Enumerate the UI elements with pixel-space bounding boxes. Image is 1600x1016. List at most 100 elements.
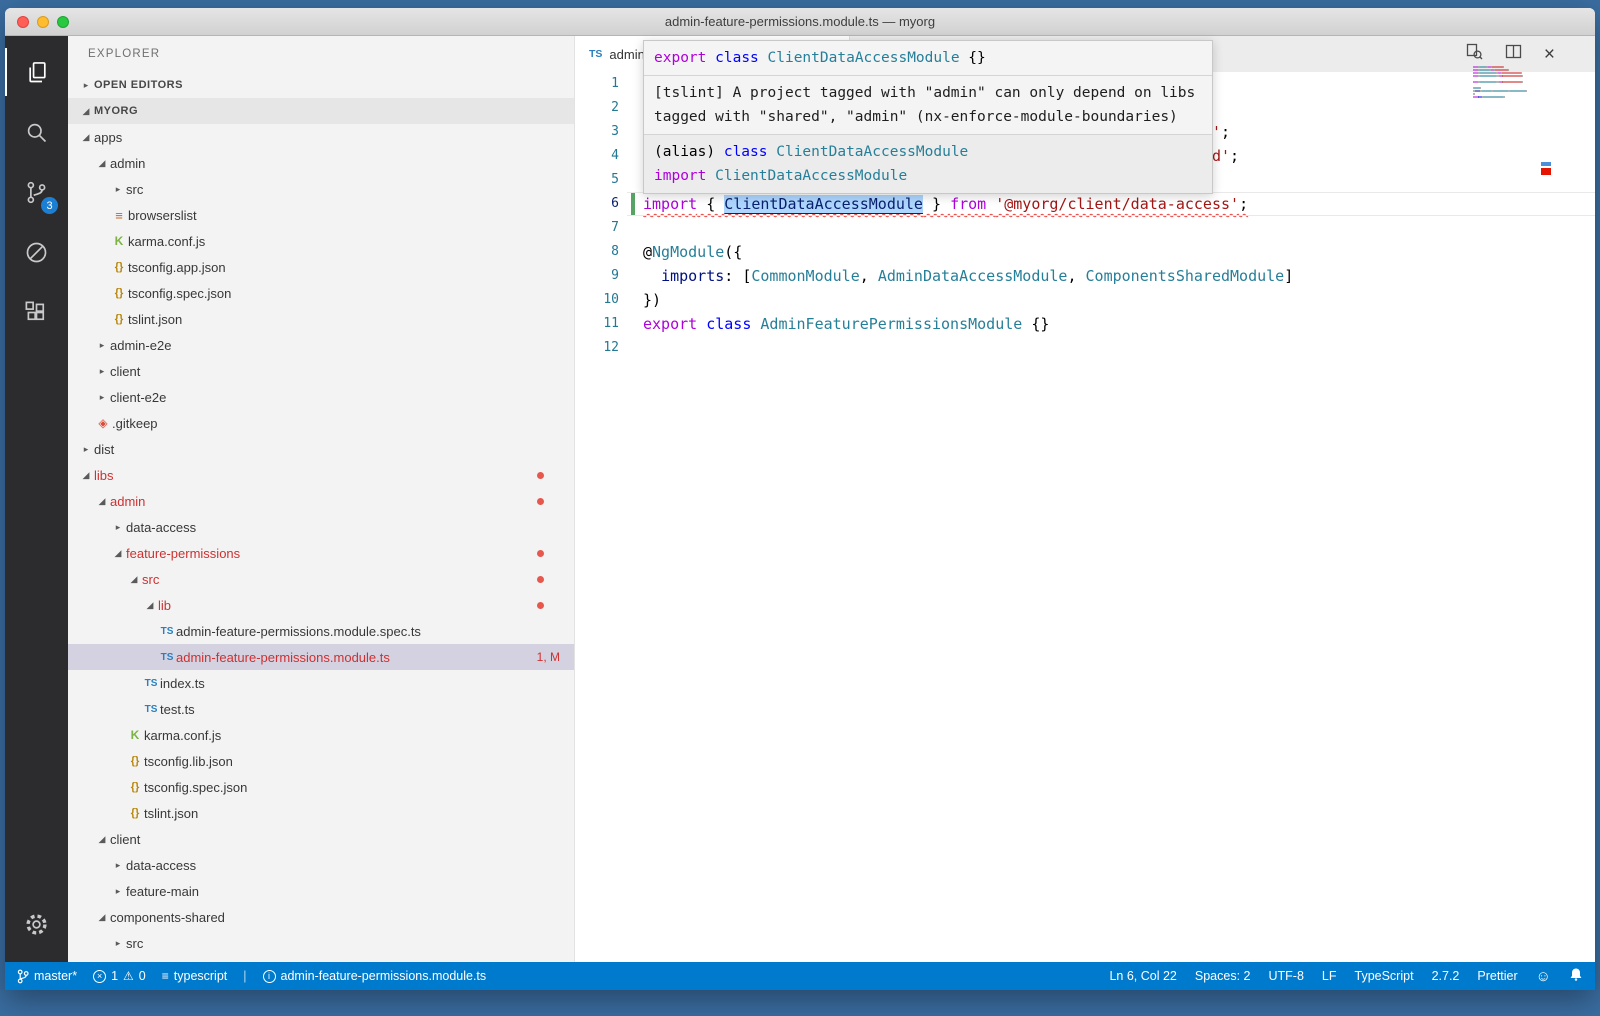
tree-item-tsconfig-app-json[interactable]: {}tsconfig.app.json: [68, 254, 574, 280]
open-changes-icon[interactable]: [1466, 43, 1483, 65]
git-branch-item[interactable]: master*: [17, 969, 77, 984]
tree-item-components-shared[interactable]: ◢components-shared: [68, 904, 574, 930]
tree-item-dist[interactable]: ▸dist: [68, 436, 574, 462]
status-spaces-2[interactable]: Spaces: 2: [1195, 969, 1251, 983]
chevron-closed-icon[interactable]: ▸: [94, 392, 110, 403]
tree-item-admin-e2e[interactable]: ▸admin-e2e: [68, 332, 574, 358]
warning-count: 0: [139, 969, 146, 983]
hover-import-line: import ClientDataAccessModule: [654, 164, 1202, 188]
chevron-open-icon[interactable]: ◢: [78, 132, 94, 143]
code-token: [768, 144, 777, 160]
tree-item-client[interactable]: ◢client: [68, 826, 574, 852]
section-open-editors[interactable]: ▸OPEN EDITORS: [68, 72, 574, 98]
tree-item-browserslist[interactable]: ≡browserslist: [68, 202, 574, 228]
code-token: : [: [724, 267, 751, 285]
chevron-open-icon[interactable]: ◢: [94, 834, 110, 845]
tree-item-lib[interactable]: ◢lib: [68, 592, 574, 618]
code-editor[interactable]: 1import { NgModule } from '@angular/core…: [575, 72, 1595, 962]
minimap[interactable]: [1473, 66, 1543, 102]
git-status-badge: 1, M: [537, 650, 574, 664]
tree-item-src[interactable]: ▸src: [68, 930, 574, 956]
tree-item-src[interactable]: ▸src: [68, 176, 574, 202]
git-branch-icon: [17, 969, 29, 984]
feedback-smiley-icon[interactable]: ☺: [1536, 968, 1551, 985]
minimap-token: [1480, 81, 1497, 83]
code-token: AdminDataAccessModule: [878, 267, 1068, 285]
chevron-closed-icon[interactable]: ▸: [110, 184, 126, 195]
minimize-window-button[interactable]: [37, 16, 49, 28]
explorer-icon[interactable]: [5, 48, 68, 96]
chevron-closed-icon[interactable]: ▸: [78, 444, 94, 455]
tree-item-tsconfig-spec-json[interactable]: {}tsconfig.spec.json: [68, 774, 574, 800]
active-file-item[interactable]: i admin-feature-permissions.module.ts: [263, 969, 487, 983]
notifications-bell-icon[interactable]: [1569, 967, 1583, 985]
tree-item-data-access[interactable]: ▸data-access: [68, 852, 574, 878]
chevron-open-icon[interactable]: ◢: [126, 574, 142, 585]
settings-gear-icon[interactable]: [5, 900, 68, 948]
chevron-closed-icon[interactable]: ▸: [110, 938, 126, 949]
tree-item-karma-conf-js[interactable]: Kkarma.conf.js: [68, 228, 574, 254]
extensions-icon[interactable]: [5, 288, 68, 336]
tree-item-tslint-json[interactable]: {}tslint.json: [68, 306, 574, 332]
chevron-open-icon[interactable]: ◢: [110, 548, 126, 559]
status-ln-6-col-22[interactable]: Ln 6, Col 22: [1109, 969, 1176, 983]
code-token: [986, 195, 995, 213]
chevron-closed-icon[interactable]: ▸: [78, 80, 94, 91]
zoom-window-button[interactable]: [57, 16, 69, 28]
error-dot: [537, 498, 544, 505]
tree-item-admin[interactable]: ◢admin: [68, 150, 574, 176]
tree-item-feature-permissions[interactable]: ◢feature-permissions: [68, 540, 574, 566]
linter-status-item[interactable]: ≡ typescript: [162, 969, 228, 983]
tree-item-client[interactable]: ▸client: [68, 358, 574, 384]
code-token: [706, 168, 715, 184]
status-prettier[interactable]: Prettier: [1477, 969, 1517, 983]
code-token: '@myorg/client/data-access': [995, 195, 1239, 213]
chevron-open-icon[interactable]: ◢: [78, 106, 94, 117]
chevron-closed-icon[interactable]: ▸: [110, 860, 126, 871]
tree-item-test-ts[interactable]: TStest.ts: [68, 696, 574, 722]
tree-item-karma-conf-js[interactable]: Kkarma.conf.js: [68, 722, 574, 748]
tree-item-tsconfig-lib-json[interactable]: {}tsconfig.lib.json: [68, 748, 574, 774]
close-window-button[interactable]: [17, 16, 29, 28]
tree-item-libs[interactable]: ◢libs: [68, 462, 574, 488]
tree-item-label: tsconfig.spec.json: [144, 780, 247, 795]
tree-item-index-ts[interactable]: TSindex.ts: [68, 670, 574, 696]
code-token: ClientDataAccessModule: [724, 195, 923, 213]
split-editor-icon[interactable]: [1505, 43, 1522, 65]
chevron-closed-icon[interactable]: ▸: [110, 522, 126, 533]
tree-item-tslint-json[interactable]: {}tslint.json: [68, 800, 574, 826]
search-icon[interactable]: [5, 108, 68, 156]
tree-item-tsconfig-spec-json[interactable]: {}tsconfig.spec.json: [68, 280, 574, 306]
git-gutter-added-bar: [631, 192, 635, 216]
source-control-icon[interactable]: 3: [5, 168, 68, 216]
chevron-closed-icon[interactable]: ▸: [110, 886, 126, 897]
section-root-myorg[interactable]: ◢MYORG: [68, 98, 574, 124]
chevron-open-icon[interactable]: ◢: [94, 912, 110, 923]
tree-item-client-e2e[interactable]: ▸client-e2e: [68, 384, 574, 410]
chevron-open-icon[interactable]: ◢: [94, 496, 110, 507]
tree-item-admin-feature-permissions-module-ts[interactable]: TSadmin-feature-permissions.module.ts1, …: [68, 644, 574, 670]
debug-disabled-icon[interactable]: [5, 228, 68, 276]
status-typescript[interactable]: TypeScript: [1355, 969, 1414, 983]
chevron-open-icon[interactable]: ◢: [94, 158, 110, 169]
tree-item-label: client: [110, 832, 140, 847]
chevron-closed-icon[interactable]: ▸: [94, 340, 110, 351]
code-token: ,: [860, 267, 878, 285]
close-tab-icon[interactable]: ×: [1544, 45, 1555, 64]
chevron-open-icon[interactable]: ◢: [78, 470, 94, 481]
tree-item-admin[interactable]: ◢admin: [68, 488, 574, 514]
tree-item-gitkeep[interactable]: ◈.gitkeep: [68, 410, 574, 436]
status-utf-8[interactable]: UTF-8: [1268, 969, 1303, 983]
chevron-open-icon[interactable]: ◢: [142, 600, 158, 611]
status-2-7-2[interactable]: 2.7.2: [1432, 969, 1460, 983]
tree-item-src[interactable]: ◢src: [68, 566, 574, 592]
tree-item-apps[interactable]: ◢apps: [68, 124, 574, 150]
problems-item[interactable]: × 1 ⚠ 0: [93, 969, 146, 983]
overview-ruler-selection-mark: [1541, 162, 1551, 166]
status-lf[interactable]: LF: [1322, 969, 1337, 983]
tree-item-feature-main[interactable]: ▸feature-main: [68, 878, 574, 904]
minimap-token: [1480, 72, 1496, 74]
tree-item-data-access[interactable]: ▸data-access: [68, 514, 574, 540]
tree-item-admin-feature-permissions-module-spec-ts[interactable]: TSadmin-feature-permissions.module.spec.…: [68, 618, 574, 644]
chevron-closed-icon[interactable]: ▸: [94, 366, 110, 377]
